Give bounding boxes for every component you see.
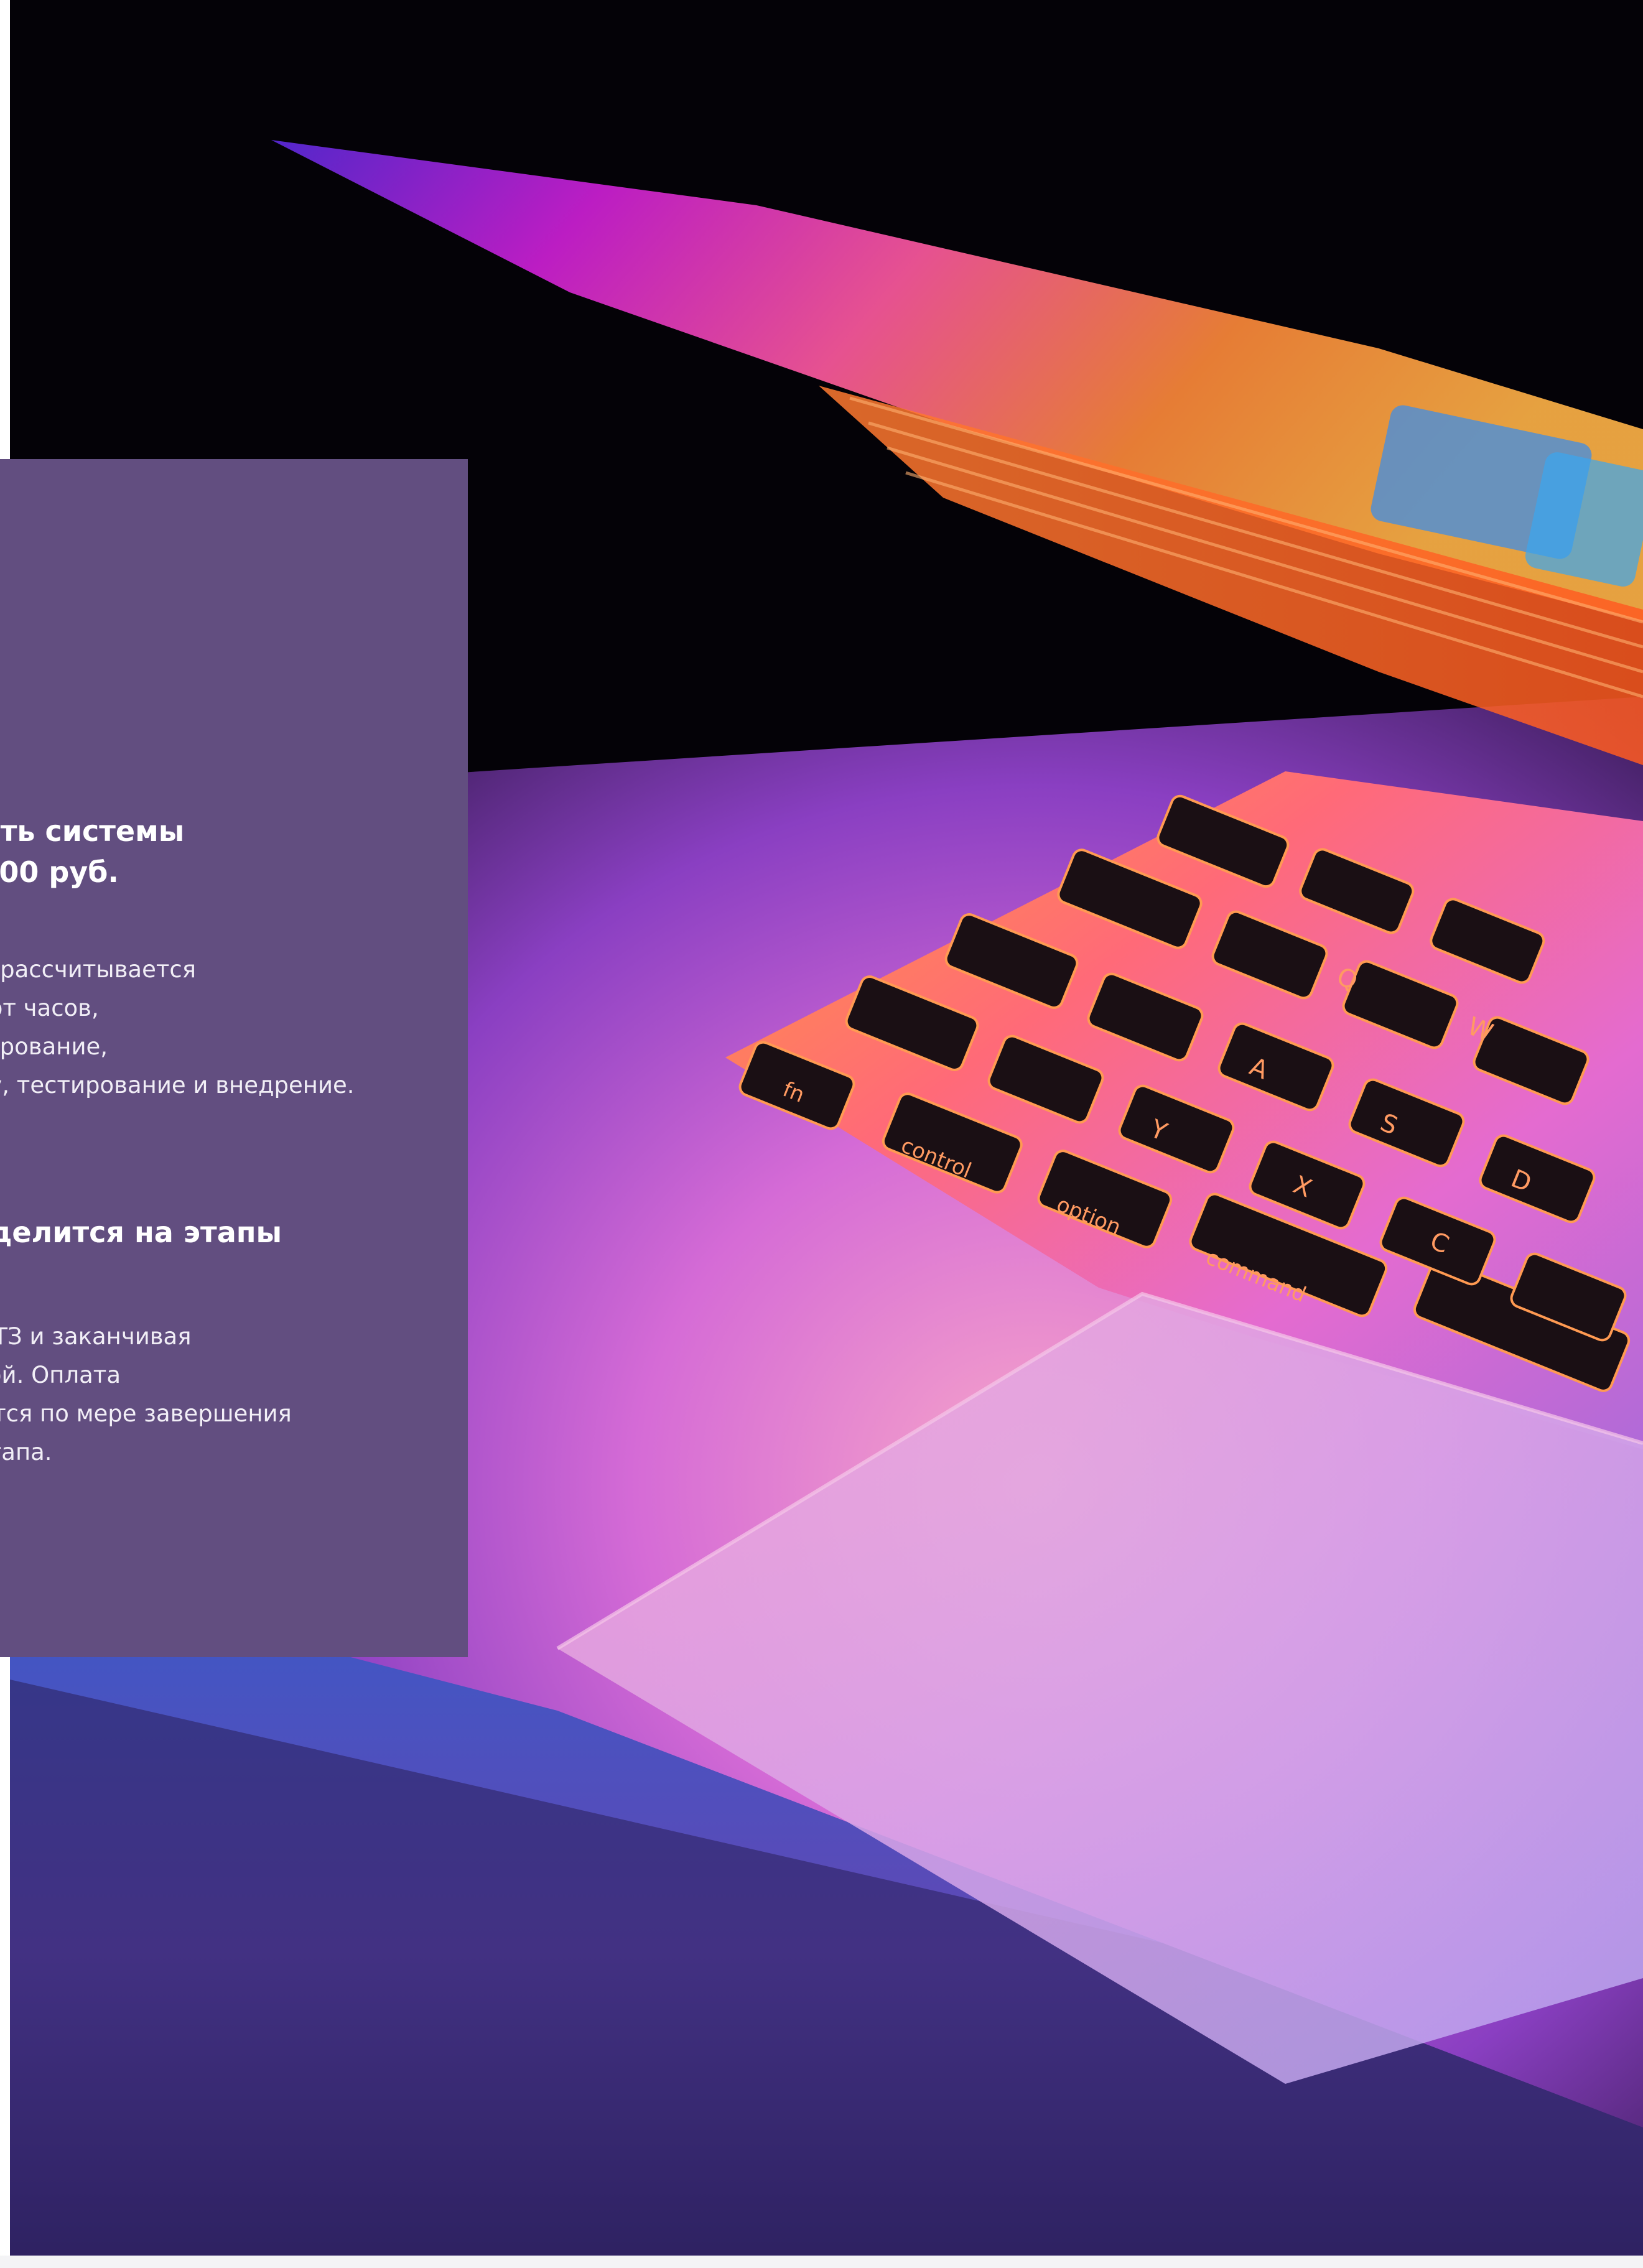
cost-title-line1: Стоимость системы [0,814,185,848]
stages-text-line1: Начиная с ТЗ и заканчивая [0,1323,192,1350]
stages-text-line3: производится по мере завершения [0,1400,292,1427]
cost-text-line1: Стоимость рассчитывается [0,956,197,983]
cost-text: Стоимость рассчитывается и зависит от ча… [0,950,355,1105]
stages-text: Начиная с ТЗ и заканчивая поддержкой. Оп… [0,1318,292,1472]
stages-title: Работа делится на этапы [0,1215,282,1249]
cost-title: Стоимость системы от 500 000 руб. [0,811,423,893]
info-content: Стоимость системы от 500 000 руб. Стоимо… [0,459,468,1657]
cost-text-line2: и зависит от часов, [0,995,99,1021]
stages-text-line4: каждого этапа. [0,1439,52,1466]
cost-title-line2: от 500 000 руб. [0,855,119,889]
cost-text-line4: разработку, тестирование и внедрение. [0,1072,355,1099]
stages-text-line2: поддержкой. Оплата [0,1362,121,1388]
cost-text-line3: на проектирование, [0,1033,108,1060]
bottom-margin [0,2256,1643,2268]
page: fn control option command Y X C A S D Q … [0,0,1643,2268]
info-panel: Стоимость системы от 500 000 руб. Стоимо… [0,459,468,1657]
